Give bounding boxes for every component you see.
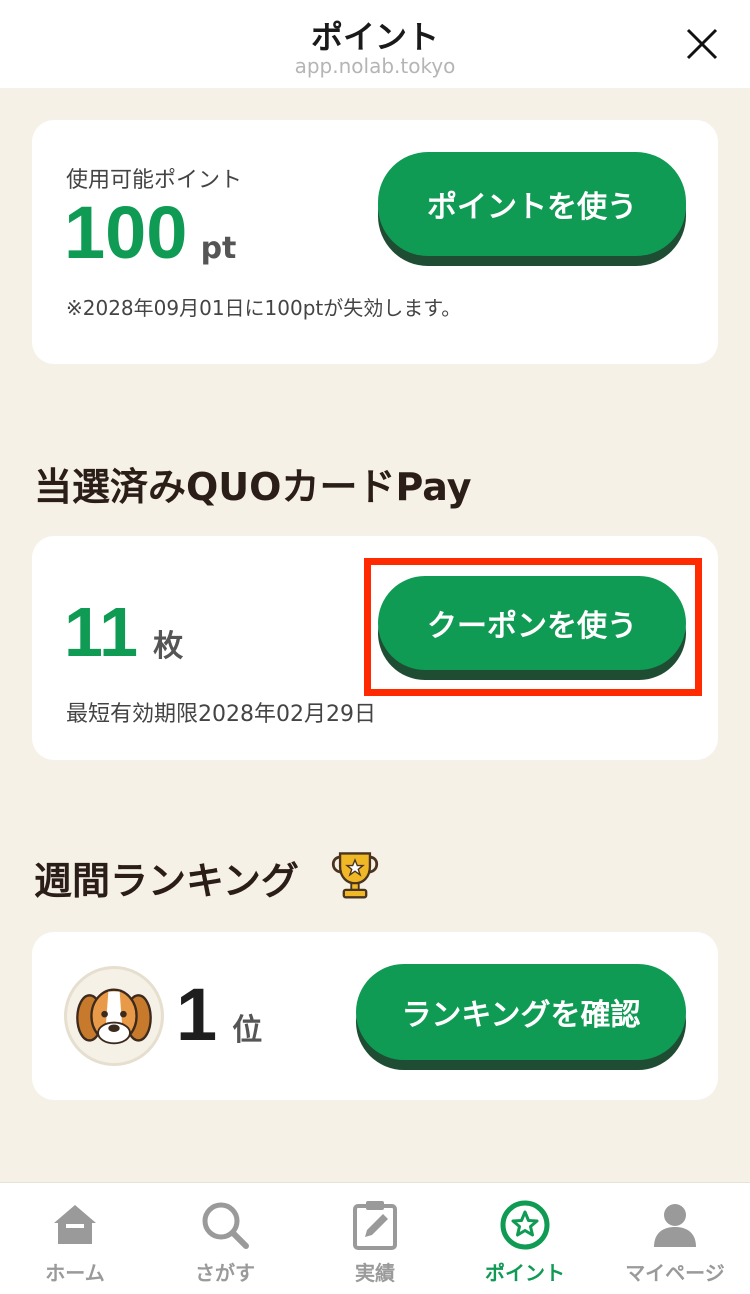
points-card: 使用可能ポイント 100 pt ※2028年09月01日に100ptが失効します…	[32, 120, 718, 364]
tab-label-home: ホーム	[45, 1261, 105, 1285]
rank-row: 1 位	[176, 972, 262, 1057]
ranking-card: 1 位 ランキングを確認	[32, 932, 718, 1100]
quo-unit: 枚	[153, 629, 184, 664]
star-circle-icon	[500, 1200, 550, 1250]
quo-count: 11	[64, 593, 138, 671]
page-title: ポイント	[310, 18, 439, 56]
quo-section-title: 当選済みQUOカードPay	[34, 465, 472, 509]
points-expiry-note: ※2028年09月01日に100ptが失効します。	[66, 296, 462, 320]
points-value-row: 100 pt	[64, 190, 236, 275]
rank-unit: 位	[232, 1013, 263, 1048]
ranking-section-header: 週間ランキング	[34, 850, 379, 903]
highlight-frame	[364, 558, 702, 696]
close-icon[interactable]	[684, 26, 720, 62]
use-points-button[interactable]: ポイントを使う	[378, 152, 686, 256]
home-icon	[54, 1205, 96, 1244]
clipboard-edit-icon	[353, 1201, 397, 1250]
tab-home[interactable]: ホーム	[0, 1183, 150, 1294]
points-unit: pt	[200, 231, 237, 266]
page-url: app.nolab.tokyo	[294, 54, 456, 78]
avatar	[64, 966, 164, 1066]
check-ranking-button[interactable]: ランキングを確認	[356, 964, 686, 1060]
quo-count-row: 11 枚	[64, 592, 183, 672]
tab-search[interactable]: さがす	[150, 1183, 300, 1294]
dog-icon	[76, 988, 152, 1045]
header-bar: ポイント app.nolab.tokyo	[0, 0, 750, 88]
tab-mypage[interactable]: マイページ	[600, 1183, 750, 1294]
rank-value: 1	[176, 973, 218, 1056]
tab-points[interactable]: ポイント	[450, 1183, 600, 1294]
points-value: 100	[64, 191, 188, 274]
tab-label-mypage: マイページ	[625, 1261, 725, 1285]
trophy-icon	[331, 852, 379, 899]
tab-label-achievements: 実績	[355, 1261, 395, 1285]
search-icon	[202, 1202, 249, 1249]
ranking-section-title: 週間ランキング	[34, 859, 299, 903]
tab-label-search: さがす	[195, 1261, 255, 1285]
quo-expiry-note: 最短有効期限2028年02月29日	[66, 702, 376, 727]
tab-bar: ホーム さがす 実績 ポイント マイページ	[0, 1182, 750, 1294]
tab-achievements[interactable]: 実績	[300, 1183, 450, 1294]
user-icon	[654, 1204, 696, 1247]
tab-label-points: ポイント	[485, 1261, 565, 1285]
